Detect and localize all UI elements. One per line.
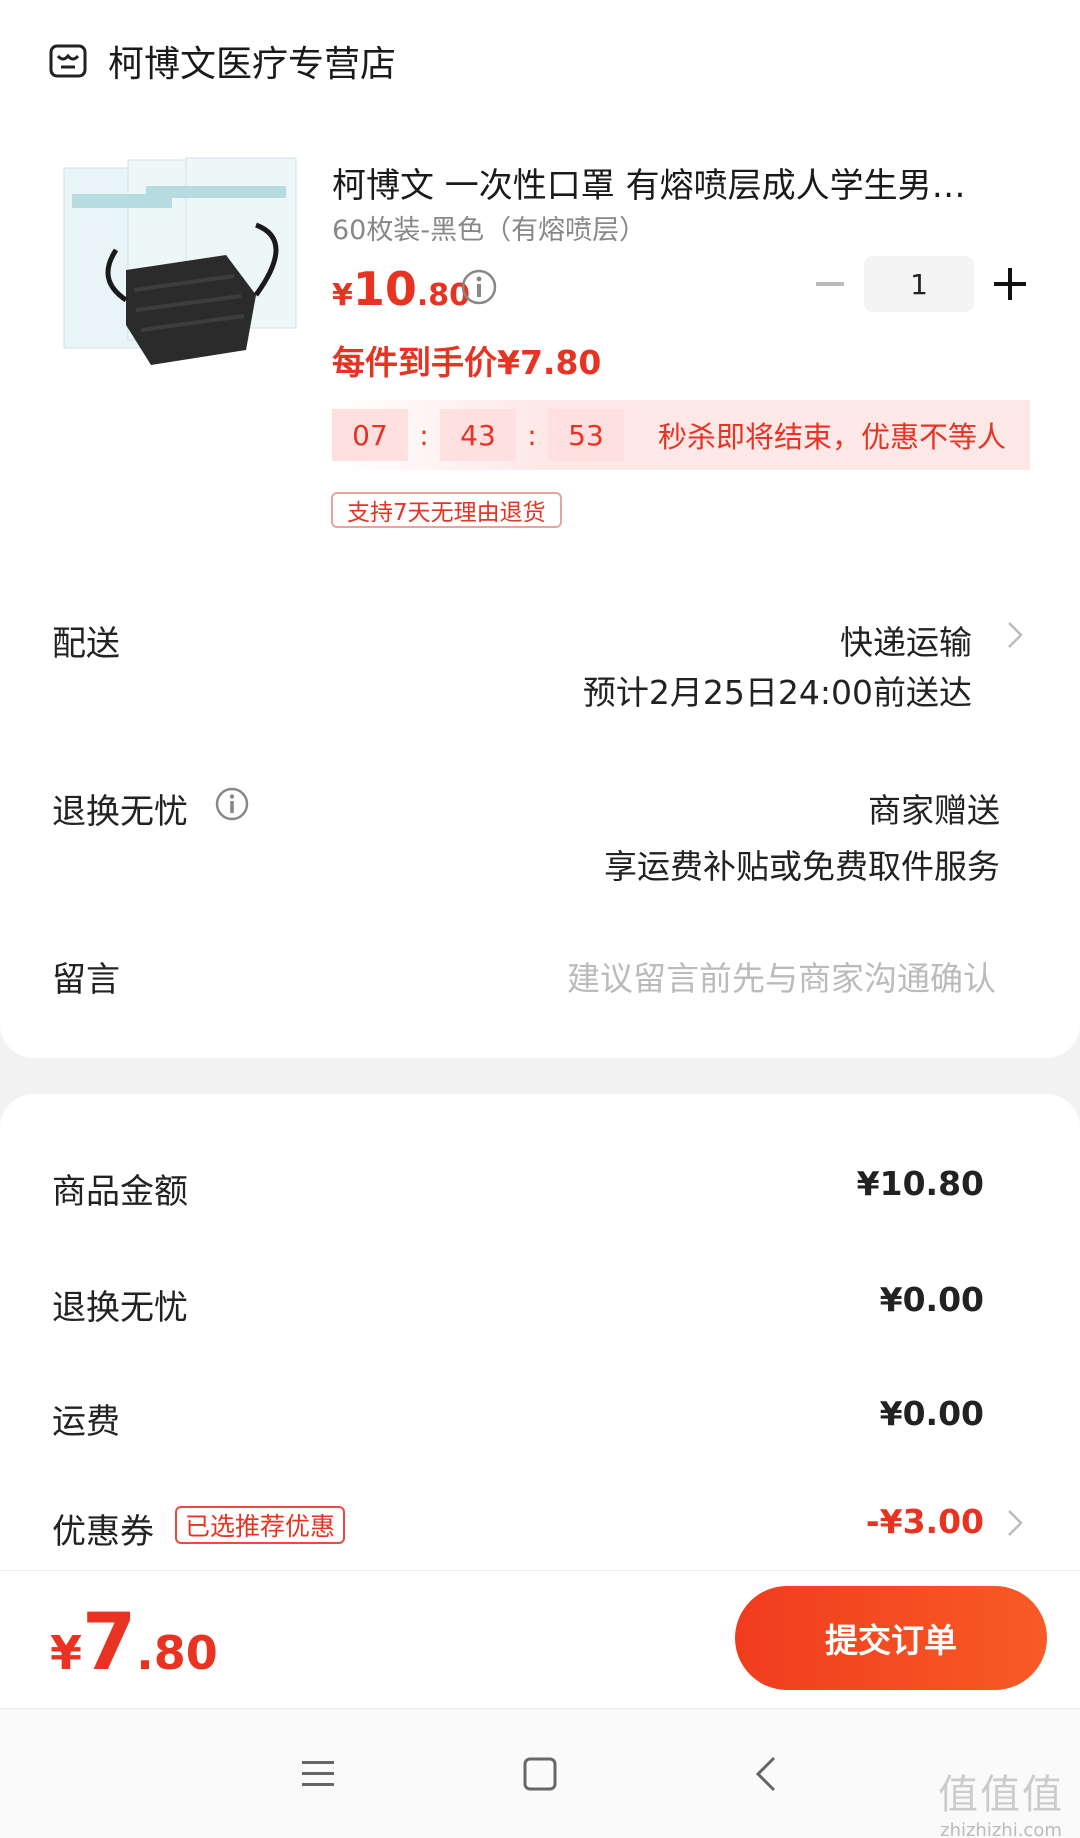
return-worry-free-detail: 享运费补贴或免费取件服务: [604, 847, 1000, 886]
message-input[interactable]: 建议留言前先与商家沟通确认: [567, 952, 996, 1000]
return-fee-label: 退换无忧: [52, 1288, 188, 1328]
shop-header[interactable]: 柯博文医疗专营店: [48, 36, 396, 86]
coupon-value[interactable]: -¥3.00: [866, 1502, 984, 1541]
return-worry-free-label: 退换无忧: [52, 792, 188, 832]
back-icon[interactable]: [746, 1752, 790, 1796]
goods-amount-label: 商品金额: [52, 1172, 188, 1212]
shipping-fee-label: 运费: [52, 1402, 120, 1442]
product-title[interactable]: 柯博文 一次性口罩 有熔喷层成人学生男…: [332, 158, 1012, 207]
shop-name: 柯博文医疗专营店: [108, 44, 397, 85]
return-fee-value: ¥0.00: [879, 1280, 984, 1319]
flash-sale-text: 秒杀即将结束，优惠不等人: [658, 420, 1007, 454]
total-integer: 7: [82, 1598, 137, 1688]
watermark-url: zhizhizhi.com: [940, 1820, 1062, 1838]
delivery-method[interactable]: 快递运输: [840, 616, 972, 664]
shipping-fee-value: ¥0.00: [879, 1394, 984, 1433]
goods-amount-value: ¥10.80: [856, 1164, 984, 1203]
chevron-right-icon[interactable]: [1006, 1508, 1024, 1538]
product-sku[interactable]: 60枚装-黑色（有熔喷层）: [332, 208, 646, 247]
product-thumbnail[interactable]: [56, 150, 306, 400]
countdown-minutes: 43: [440, 409, 516, 461]
price-currency: ¥: [332, 278, 353, 313]
menu-icon[interactable]: [296, 1752, 340, 1796]
delivery-estimate: 预计2月25日24:00前送达: [582, 673, 972, 712]
watermark-logo: 值值值: [938, 1772, 1064, 1818]
coupon-badge: 已选推荐优惠: [175, 1506, 346, 1544]
total-currency: ¥: [50, 1626, 83, 1680]
quantity-input[interactable]: 1: [864, 256, 974, 312]
product-price: ¥ 10 .80: [332, 262, 470, 316]
quantity-decrease-button[interactable]: [812, 266, 848, 302]
quantity-increase-button[interactable]: [990, 264, 1030, 304]
countdown-seconds: 53: [548, 409, 624, 461]
total-decimal: .80: [136, 1626, 218, 1680]
store-icon: [49, 44, 87, 78]
info-icon[interactable]: [214, 786, 250, 822]
return-policy-tag: 支持7天无理由退货: [331, 492, 562, 528]
delivery-label: 配送: [52, 624, 120, 664]
return-worry-free-value: 商家赠送: [868, 791, 1000, 830]
countdown-hours: 07: [332, 409, 408, 461]
countdown-separator: :: [527, 418, 537, 452]
total-price: ¥ 7 .80: [50, 1598, 218, 1688]
chevron-right-icon[interactable]: [1006, 620, 1024, 650]
countdown-separator: :: [419, 418, 429, 452]
coupon-label: 优惠券: [52, 1512, 154, 1552]
submit-order-button[interactable]: 提交订单: [735, 1586, 1047, 1690]
price-integer: 10: [352, 262, 417, 316]
info-icon[interactable]: [460, 268, 498, 306]
final-unit-price: 每件到手价¥7.80: [332, 343, 602, 382]
home-icon[interactable]: [518, 1752, 562, 1796]
flash-sale-banner: 07 : 43 : 53 秒杀即将结束，优惠不等人: [332, 400, 1030, 470]
message-label: 留言: [52, 960, 120, 1000]
watermark: 值值值 zhizhizhi.com: [928, 1762, 1074, 1838]
